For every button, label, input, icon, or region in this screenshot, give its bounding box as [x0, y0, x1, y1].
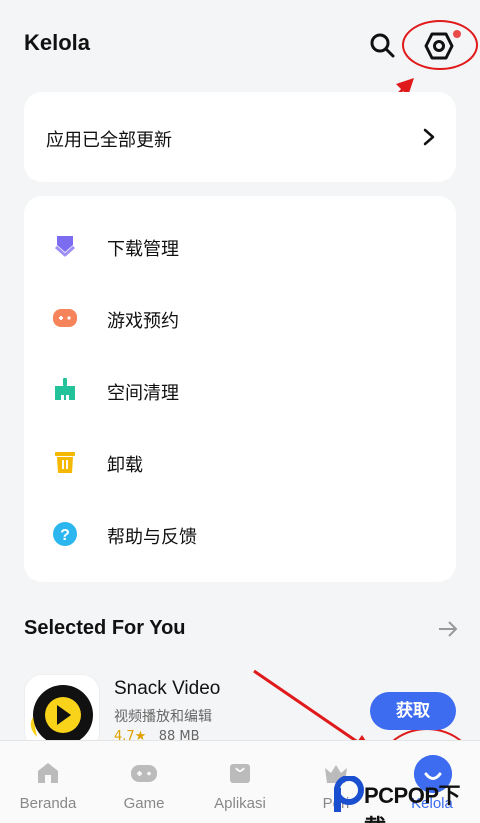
svg-text:?: ?: [60, 527, 70, 544]
nav-label: Beranda: [19, 795, 77, 812]
manage-menu: 下载管理 游戏预约 空间清理 卸载 ? 帮助与反馈: [24, 196, 456, 582]
nav-label: Game: [123, 795, 165, 812]
update-status-card[interactable]: 应用已全部更新: [24, 92, 456, 182]
gamepad-icon: [53, 309, 77, 327]
watermark-text: PCPOP下载: [364, 783, 461, 823]
menu-item-uninstall[interactable]: 卸载: [24, 425, 456, 497]
app-description: 视频播放和编辑: [114, 709, 212, 725]
watermark-logo: PCPOP下载: [330, 772, 480, 823]
update-status-text: 应用已全部更新: [46, 130, 172, 151]
arrow-right-icon[interactable]: [436, 617, 460, 641]
chevron-right-icon: [423, 128, 435, 146]
nav-item-aplikasi[interactable]: Aplikasi: [192, 741, 288, 823]
menu-item-label: 空间清理: [107, 383, 179, 404]
bag-icon: [230, 764, 250, 783]
nav-item-game[interactable]: Game: [96, 741, 192, 823]
menu-item-help-feedback[interactable]: ? 帮助与反馈: [24, 497, 456, 569]
app-list-item[interactable]: Snack Video 视频播放和编辑 4.7★ 88 MB 获取: [24, 672, 456, 750]
search-icon[interactable]: [368, 31, 396, 59]
menu-item-space-cleanup[interactable]: 空间清理: [24, 353, 456, 425]
menu-item-label: 下载管理: [107, 239, 179, 260]
section-title: Selected For You: [24, 617, 186, 639]
gamepad-icon: [131, 765, 157, 782]
snack-video-logo-icon: [25, 675, 99, 749]
broom-icon: [55, 378, 75, 400]
download-icon: [55, 236, 75, 257]
menu-item-game-reservation[interactable]: 游戏预约: [24, 281, 456, 353]
menu-item-label: 卸载: [107, 455, 143, 476]
app-name: Snack Video: [114, 678, 221, 699]
help-icon: ?: [53, 522, 77, 546]
app-icon: [24, 674, 100, 750]
annotation-circle-settings: [402, 20, 478, 70]
home-icon: [38, 763, 58, 783]
get-button[interactable]: 获取: [370, 692, 456, 730]
nav-item-beranda[interactable]: Beranda: [0, 741, 96, 823]
watermark-p-icon: [334, 776, 364, 812]
trash-icon: [55, 452, 75, 473]
page-title: Kelola: [24, 30, 91, 55]
nav-label: Aplikasi: [214, 795, 266, 812]
menu-item-label: 游戏预约: [107, 311, 179, 332]
menu-item-label: 帮助与反馈: [107, 527, 197, 548]
menu-item-download-manager[interactable]: 下载管理: [24, 209, 456, 281]
